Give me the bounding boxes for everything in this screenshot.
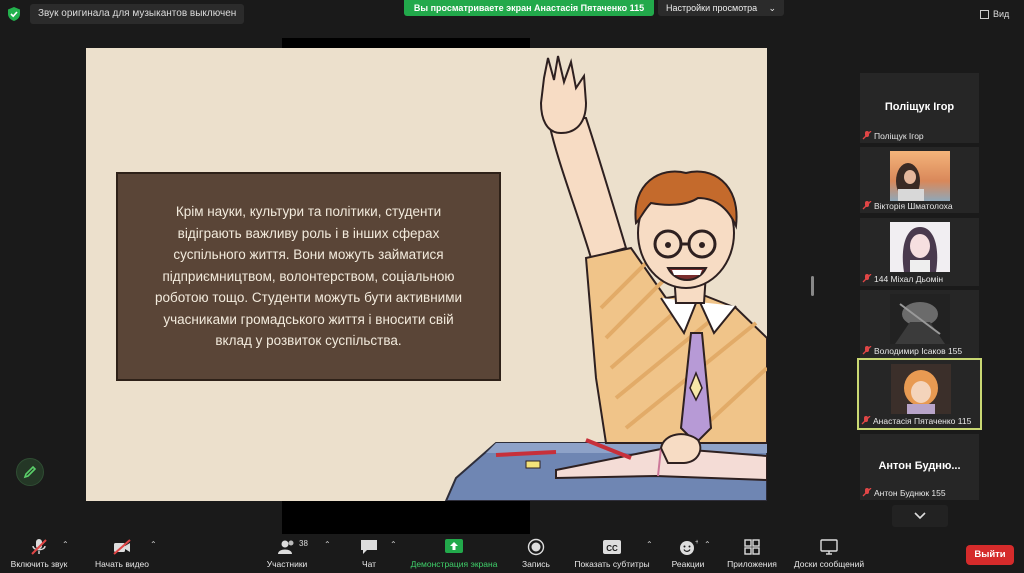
reactions-icon: + [680, 539, 698, 555]
muted-mic-icon [861, 416, 871, 425]
participant-video [890, 151, 950, 201]
record-label: Запись [522, 559, 550, 569]
participants-button[interactable]: 38 ⌃ Участники [258, 534, 331, 573]
show-captions-button[interactable]: CC ⌃ Показать субтитры [568, 534, 656, 573]
participant-video [890, 294, 950, 344]
participant-name: Вікторія Шматолоха [874, 201, 953, 211]
apps-label: Приложения [727, 559, 777, 569]
svg-text:+: + [695, 539, 698, 546]
caret-up-icon[interactable]: ⌃ [150, 540, 157, 549]
participant-name-row: 144 Міхал Дьомін [862, 274, 943, 284]
start-video-button[interactable]: ⌃ Начать видео [84, 534, 160, 573]
student-raising-hand-illustration [444, 55, 767, 501]
muted-mic-icon [862, 488, 872, 497]
participant-name-row: Антон Буднюк 155 [862, 488, 946, 498]
whiteboard-icon [820, 539, 838, 555]
pencil-icon [23, 465, 37, 479]
chat-label: Чат [361, 559, 377, 569]
participant-name-row: Поліщук Ігор [862, 131, 924, 141]
leave-meeting-button[interactable]: Выйти [966, 545, 1014, 565]
participant-name: Поліщук Ігор [874, 131, 924, 141]
reactions-button[interactable]: + ⌃ Реакции [666, 534, 711, 573]
muted-mic-icon [862, 131, 872, 140]
participant-tile[interactable]: Вікторія Шматолоха [860, 147, 979, 213]
view-settings-dropdown[interactable]: Настройки просмотра ⌄ [658, 0, 784, 16]
scroll-participants-down-button[interactable] [892, 505, 948, 527]
chevron-down-icon: ⌄ [768, 3, 776, 13]
muted-mic-icon [862, 201, 872, 210]
chevron-down-icon [914, 512, 926, 520]
muted-mic-icon [862, 346, 872, 355]
caret-up-icon[interactable]: ⌃ [390, 540, 397, 549]
participant-name: Антон Буднюк 155 [874, 488, 946, 498]
muted-mic-icon [862, 274, 872, 283]
whiteboards-label: Доски сообщений [793, 559, 865, 569]
view-settings-label: Настройки просмотра [666, 3, 758, 13]
show-captions-label: Показать субтитры [574, 559, 650, 569]
participant-name: Володимир Ісаков 155 [874, 346, 963, 356]
svg-text:CC: CC [606, 544, 618, 553]
participant-name-row: Володимир Ісаков 155 [862, 346, 962, 356]
shield-icon[interactable] [6, 6, 22, 22]
share-screen-icon [445, 539, 463, 553]
record-button[interactable]: Запись [514, 534, 558, 573]
caret-up-icon[interactable]: ⌃ [704, 540, 711, 549]
grid-view-icon [980, 10, 989, 20]
share-screen-label: Демонстрация экрана [410, 559, 498, 569]
participant-name-row: Анастасія Пятаченко 115 [861, 416, 971, 426]
view-label: Вид [993, 9, 1010, 19]
annotate-button[interactable] [16, 458, 44, 486]
participants-icon [278, 540, 294, 554]
participants-label: Участники [266, 559, 308, 569]
apps-button[interactable]: Приложения [720, 534, 784, 573]
closed-captions-icon: CC [603, 540, 621, 554]
caret-up-icon[interactable]: ⌃ [324, 540, 331, 549]
original-sound-notice: Звук оригинала для музыкантов выключен [30, 4, 245, 24]
participant-name: 144 Міхал Дьомін [874, 274, 944, 284]
meeting-toolbar: ⌃ Включить звук ⌃ Начать видео 38 ⌃ Учас… [0, 534, 1024, 573]
participants-count: 38 [299, 539, 308, 548]
participant-name: Анастасія Пятаченко 115 [873, 416, 972, 426]
participant-display-name: Антон Будню... [878, 460, 961, 472]
view-button[interactable]: Вид [980, 4, 1009, 24]
slide-text: Крім науки, культури та політики, студен… [154, 204, 463, 349]
start-video-label: Начать видео [94, 559, 149, 569]
video-off-icon [113, 539, 131, 555]
record-icon [527, 538, 545, 556]
participant-name-row: Вікторія Шматолоха [862, 201, 953, 211]
reactions-label: Реакции [671, 559, 705, 569]
caret-up-icon[interactable]: ⌃ [62, 540, 69, 549]
share-screen-button[interactable]: Демонстрация экрана [402, 534, 506, 573]
apps-icon [744, 539, 760, 555]
caret-up-icon[interactable]: ⌃ [646, 540, 653, 549]
participant-display-name: Поліщук Ігор [884, 101, 955, 113]
unmute-label: Включить звук [10, 559, 68, 569]
screen-share-banner: Вы просматриваете экран Анастасія Пятаче… [404, 0, 654, 16]
whiteboards-button[interactable]: Доски сообщений [788, 534, 870, 573]
unmute-button[interactable]: ⌃ Включить звук [0, 534, 78, 573]
participant-tile[interactable]: Антон Будню... Антон Буднюк 155 [860, 434, 979, 500]
participant-tile[interactable]: 144 Міхал Дьомін [860, 218, 979, 286]
participant-tile[interactable]: Поліщук Ігор Поліщук Ігор [860, 73, 979, 143]
participant-tile-active-speaker[interactable]: Анастасія Пятаченко 115 [857, 358, 982, 430]
chat-button[interactable]: ⌃ Чат [348, 534, 397, 573]
shared-slide: Крім науки, культури та політики, студен… [86, 48, 767, 501]
muted-mic-icon [31, 539, 47, 555]
chat-icon [361, 540, 377, 554]
panel-resize-handle[interactable] [811, 276, 814, 296]
participant-video [891, 364, 951, 414]
participant-video [890, 222, 950, 272]
participant-tile[interactable]: Володимир Ісаков 155 [860, 290, 979, 358]
